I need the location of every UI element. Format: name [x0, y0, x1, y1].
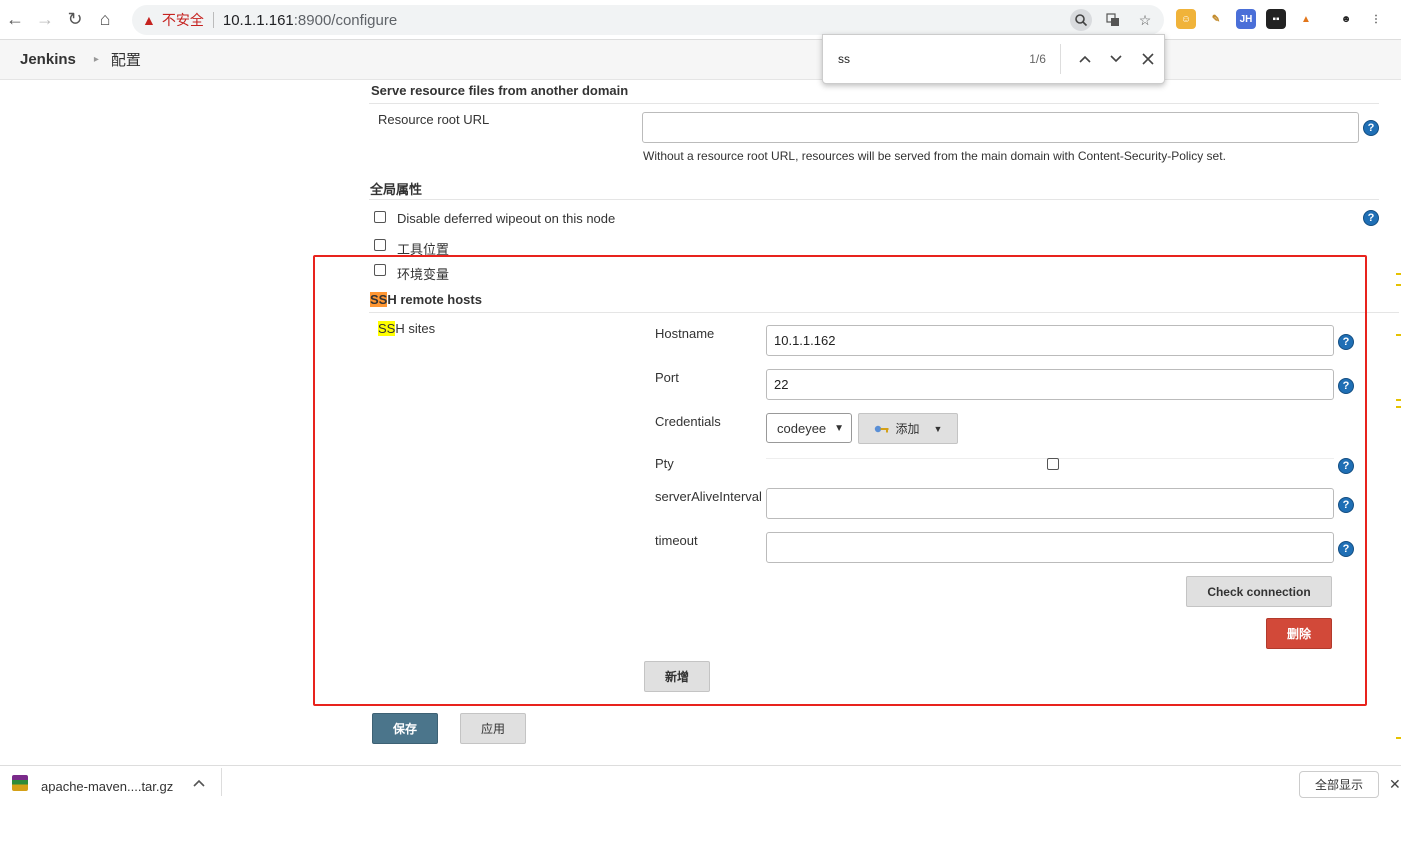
- profile-avatar-icon[interactable]: ☻: [1336, 9, 1356, 29]
- breadcrumb-configure[interactable]: 配置: [111, 49, 141, 70]
- warning-icon: ▲: [142, 12, 156, 28]
- download-separator: [221, 768, 222, 796]
- save-button[interactable]: 保存: [372, 713, 438, 744]
- section-divider: [369, 199, 1379, 200]
- extension-tampermonkey-icon[interactable]: ▪▪: [1266, 9, 1286, 29]
- browser-menu-icon[interactable]: ⋮: [1366, 9, 1386, 29]
- show-all-downloads-button[interactable]: 全部显示: [1299, 771, 1379, 798]
- find-close-icon[interactable]: [1132, 43, 1164, 75]
- find-separator: [1059, 44, 1061, 74]
- section-divider: [369, 103, 1379, 104]
- resource-root-hint: Without a resource root URL, resources w…: [643, 149, 1226, 163]
- forward-button[interactable]: →: [30, 5, 60, 35]
- jenkins-brand-link[interactable]: Jenkins: [20, 51, 76, 68]
- reload-button[interactable]: ↻: [60, 5, 90, 35]
- configure-form: Serve resource files from another domain…: [0, 80, 1401, 765]
- home-button[interactable]: ⌂: [90, 5, 120, 35]
- download-filename[interactable]: apache-maven....tar.gz: [41, 779, 173, 794]
- disable-wipeout-label: Disable deferred wipeout on this node: [397, 211, 616, 226]
- jenkins-breadcrumb-bar: Jenkins ▸ 配置: [0, 40, 1401, 80]
- resource-root-label: Resource root URL: [378, 112, 490, 127]
- bookmark-star-icon[interactable]: ☆: [1134, 9, 1156, 31]
- extension-jh-icon[interactable]: JH: [1236, 9, 1256, 29]
- annotation-frame: [313, 255, 1367, 706]
- find-previous-icon[interactable]: [1069, 43, 1101, 75]
- url-path: :8900/configure: [293, 11, 398, 29]
- resource-root-input[interactable]: [642, 112, 1359, 143]
- extension-metamask-icon[interactable]: ▲: [1296, 9, 1316, 29]
- find-marker: [1396, 737, 1401, 739]
- find-marker: [1396, 406, 1401, 408]
- breadcrumb-arrow-icon: ▸: [93, 54, 99, 65]
- find-bar: ss 1/6: [822, 34, 1165, 84]
- apply-button[interactable]: 应用: [460, 713, 526, 744]
- find-match-count: 1/6: [1029, 52, 1046, 66]
- url-host: 10.1.1.161: [222, 11, 294, 29]
- scrollbar-find-markers[interactable]: [1396, 160, 1401, 845]
- find-marker: [1396, 334, 1401, 336]
- insecure-label: 不安全: [161, 12, 204, 28]
- extension-avatar-icon[interactable]: ☺: [1176, 9, 1196, 29]
- back-button[interactable]: ←: [0, 5, 30, 35]
- tool-locations-checkbox[interactable]: [374, 239, 386, 251]
- extension-broom-icon[interactable]: ✎: [1206, 9, 1226, 29]
- translate-icon[interactable]: [1102, 9, 1124, 31]
- extension-icons: ☺ ✎ JH ▪▪ ▲ ☻ ⋮: [1176, 9, 1386, 29]
- resource-root-help-icon[interactable]: ?: [1363, 120, 1379, 136]
- chevron-up-icon[interactable]: [193, 776, 205, 790]
- disable-wipeout-checkbox[interactable]: [374, 211, 386, 223]
- find-marker: [1396, 399, 1401, 401]
- find-input[interactable]: ss: [838, 52, 987, 66]
- find-in-page-icon[interactable]: [1070, 9, 1092, 31]
- global-properties-title: 全局属性: [370, 182, 423, 197]
- find-marker: [1396, 273, 1401, 275]
- archive-file-icon: [12, 775, 28, 791]
- url-text[interactable]: 10.1.1.161:8900/configure: [223, 12, 397, 29]
- omnibox-separator: [212, 12, 214, 28]
- find-next-icon[interactable]: [1101, 43, 1133, 75]
- close-icon[interactable]: ✕: [1389, 776, 1401, 793]
- address-bar[interactable]: ▲ 不安全 10.1.1.161:8900/configure ☆: [132, 5, 1164, 35]
- disable-wipeout-help-icon[interactable]: ?: [1363, 210, 1379, 226]
- omnibox-actions: ☆: [1070, 9, 1156, 31]
- resource-section-title: Serve resource files from another domain: [371, 83, 629, 98]
- download-bar: apache-maven....tar.gz 全部显示 ✕: [0, 765, 1401, 798]
- find-marker: [1396, 284, 1401, 286]
